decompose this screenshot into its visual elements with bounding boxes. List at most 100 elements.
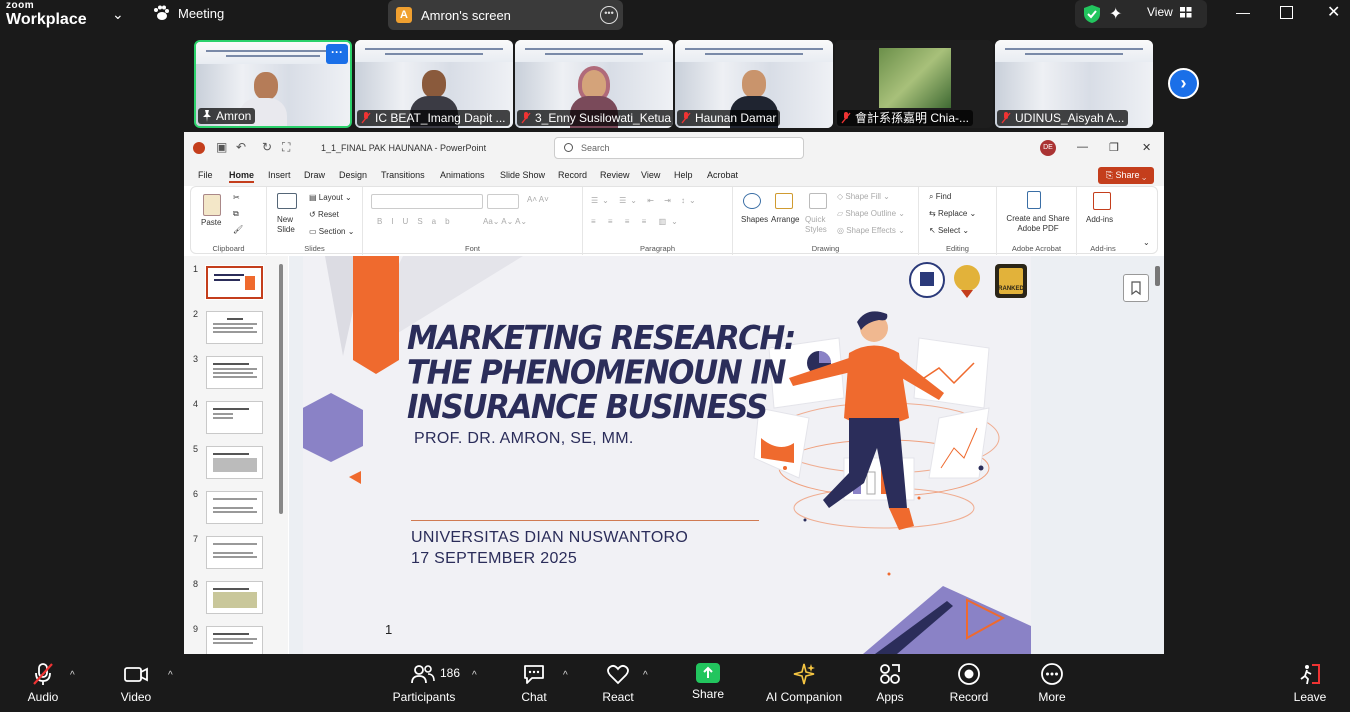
audio-button[interactable]: Audio bbox=[24, 662, 62, 704]
pane-scrollbar[interactable] bbox=[279, 264, 283, 514]
slide-thumbnail-8[interactable] bbox=[206, 581, 263, 614]
more-options-icon[interactable]: ••• bbox=[600, 6, 618, 24]
apps-button[interactable]: Apps bbox=[870, 662, 910, 704]
save-icon[interactable]: ▣ bbox=[216, 140, 227, 154]
tab-home[interactable]: Home bbox=[229, 170, 255, 183]
new-slide-label[interactable]: New Slide bbox=[277, 215, 303, 235]
slide-thumbnail-1[interactable] bbox=[205, 265, 264, 300]
section-button[interactable]: ▭ Section ⌄ bbox=[309, 227, 354, 236]
tile-menu-button[interactable]: ··· bbox=[326, 44, 348, 64]
list-icons[interactable]: ☰⌄ ☰⌄ ⇤ ⇥ ↕⌄ bbox=[591, 196, 700, 205]
shape-effects-button[interactable]: ◎ Shape Effects ⌄ bbox=[837, 226, 905, 235]
slide-thumbnail-2[interactable] bbox=[206, 311, 263, 344]
ppt-close-icon[interactable]: ✕ bbox=[1142, 141, 1151, 154]
slide-thumbnail-6[interactable] bbox=[206, 491, 263, 524]
find-button[interactable]: ⌕ Find bbox=[929, 192, 951, 202]
new-slide-icon[interactable] bbox=[277, 193, 297, 209]
add-ins-label[interactable]: Add-ins bbox=[1086, 215, 1113, 224]
tab-review[interactable]: Review bbox=[600, 170, 630, 180]
video-options-caret-icon[interactable]: ^ bbox=[168, 670, 173, 681]
shape-outline-button[interactable]: ▱ Shape Outline ⌄ bbox=[837, 209, 905, 218]
chat-caret-icon[interactable]: ^ bbox=[563, 670, 568, 681]
current-slide[interactable]: RANKED MARKETING RESEARCH: THE PHENOMENO… bbox=[303, 256, 1031, 654]
tab-file[interactable]: File bbox=[198, 170, 213, 180]
collapse-ribbon-icon[interactable]: ⌄ bbox=[1143, 238, 1150, 247]
paste-label[interactable]: Paste bbox=[201, 218, 221, 227]
font-size-select[interactable] bbox=[487, 194, 519, 209]
ai-companion-button[interactable]: AI Companion bbox=[764, 662, 844, 704]
participant-tile-chia[interactable]: 會計系孫嘉明 Chia-... bbox=[835, 40, 993, 128]
shape-fill-button[interactable]: ◇ Shape Fill ⌄ bbox=[837, 192, 890, 201]
shapes-label[interactable]: Shapes bbox=[741, 215, 768, 224]
replace-button[interactable]: ⇆ Replace ⌄ bbox=[929, 209, 976, 218]
slide-thumbnail-5[interactable] bbox=[206, 446, 263, 479]
slide-author[interactable]: PROF. DR. AMRON, SE, MM. bbox=[414, 430, 634, 448]
grid-view-icon[interactable] bbox=[1180, 7, 1192, 18]
canvas-scrollbar[interactable] bbox=[1155, 266, 1160, 286]
slide-date[interactable]: 17 SEPTEMBER 2025 bbox=[411, 550, 577, 568]
security-shield-icon[interactable] bbox=[1083, 4, 1101, 24]
participant-tile-amron[interactable]: ··· Amron bbox=[194, 40, 352, 128]
tab-acrobat[interactable]: Acrobat bbox=[707, 170, 738, 180]
arrange-label[interactable]: Arrange bbox=[771, 215, 799, 224]
slide-university[interactable]: UNIVERSITAS DIAN NUSWANTORO bbox=[411, 529, 688, 547]
share-screen-button[interactable]: Share bbox=[688, 662, 728, 701]
cut-icon[interactable]: ✂ bbox=[233, 193, 240, 202]
create-share-pdf-label[interactable]: Create and Share Adobe PDF bbox=[1003, 214, 1073, 234]
reset-button[interactable]: ↺ Reset bbox=[309, 210, 339, 219]
font-format-icons[interactable]: BIUSab bbox=[377, 217, 459, 226]
tab-help[interactable]: Help bbox=[674, 170, 693, 180]
redo-icon[interactable]: ↻ bbox=[262, 140, 272, 154]
select-button[interactable]: ↖ Select ⌄ bbox=[929, 226, 969, 235]
leave-button[interactable]: Leave bbox=[1290, 662, 1330, 704]
presentation-icon[interactable]: ⛶ bbox=[282, 140, 290, 155]
view-button[interactable]: View bbox=[1147, 5, 1173, 19]
slide-thumbnail-4[interactable] bbox=[206, 401, 263, 434]
participant-tile-imang[interactable]: IC BEAT_Imang Dapit ... bbox=[355, 40, 513, 128]
participants-caret-icon[interactable]: ^ bbox=[472, 670, 477, 681]
slide-thumbnail-9[interactable] bbox=[206, 626, 263, 654]
minimize-window-icon[interactable]: — bbox=[1236, 4, 1250, 20]
slide-thumbnail-7[interactable] bbox=[206, 536, 263, 569]
paste-icon[interactable] bbox=[203, 194, 221, 216]
ppt-share-button[interactable]: ⎘ Share ⌄ bbox=[1098, 167, 1154, 184]
meeting-button[interactable]: Meeting bbox=[152, 5, 224, 21]
format-painter-icon[interactable]: 🖌 bbox=[233, 225, 243, 234]
video-button[interactable]: Video bbox=[116, 662, 156, 704]
more-button[interactable]: More bbox=[1034, 662, 1070, 704]
maximize-window-icon[interactable] bbox=[1280, 6, 1293, 19]
tab-transitions[interactable]: Transitions bbox=[381, 170, 425, 180]
chevron-down-icon[interactable]: ⌄ bbox=[112, 6, 124, 23]
ppt-restore-icon[interactable]: ❐ bbox=[1109, 141, 1119, 154]
copy-icon[interactable]: ⧉ bbox=[233, 209, 239, 219]
user-avatar[interactable]: DE bbox=[1040, 140, 1056, 156]
shared-screen-pill[interactable]: A Amron's screen ••• bbox=[388, 0, 623, 30]
tab-slide-show[interactable]: Slide Show bbox=[500, 170, 545, 180]
arrange-icon[interactable] bbox=[775, 193, 793, 209]
bookmark-icon[interactable] bbox=[1123, 274, 1149, 302]
font-name-select[interactable] bbox=[371, 194, 483, 209]
create-pdf-icon[interactable] bbox=[1027, 191, 1041, 209]
tab-design[interactable]: Design bbox=[339, 170, 367, 180]
undo-icon[interactable]: ↶ bbox=[236, 140, 246, 154]
search-box[interactable]: Search bbox=[554, 137, 804, 159]
tab-animations[interactable]: Animations bbox=[440, 170, 485, 180]
slide-title[interactable]: MARKETING RESEARCH: THE PHENOMENOUN IN I… bbox=[407, 321, 827, 426]
slide-thumbnail-3[interactable] bbox=[206, 356, 263, 389]
react-caret-icon[interactable]: ^ bbox=[643, 670, 648, 681]
participant-tile-haunan[interactable]: Haunan Damar bbox=[675, 40, 833, 128]
participant-tile-aisyah[interactable]: UDINUS_Aisyah A... bbox=[995, 40, 1153, 128]
zoom-workplace-logo[interactable]: zoom Workplace bbox=[6, 1, 87, 28]
layout-button[interactable]: ▤ Layout ⌄ bbox=[309, 193, 352, 202]
tab-view[interactable]: View bbox=[641, 170, 660, 180]
ai-sparkle-icon[interactable]: ✦ bbox=[1109, 4, 1122, 24]
add-ins-icon[interactable] bbox=[1093, 192, 1111, 210]
ppt-minimize-icon[interactable]: — bbox=[1077, 141, 1088, 153]
shapes-icon[interactable] bbox=[743, 193, 761, 209]
audio-options-caret-icon[interactable]: ^ bbox=[70, 670, 75, 681]
align-icons[interactable]: ≡ ≡ ≡ ≡ ▥⌄ bbox=[591, 217, 683, 226]
record-button[interactable]: Record bbox=[946, 662, 992, 704]
tab-insert[interactable]: Insert bbox=[268, 170, 291, 180]
react-button[interactable]: React bbox=[600, 662, 636, 704]
participant-tile-enny[interactable]: 3_Enny Susilowati_Ketua ... bbox=[515, 40, 673, 128]
